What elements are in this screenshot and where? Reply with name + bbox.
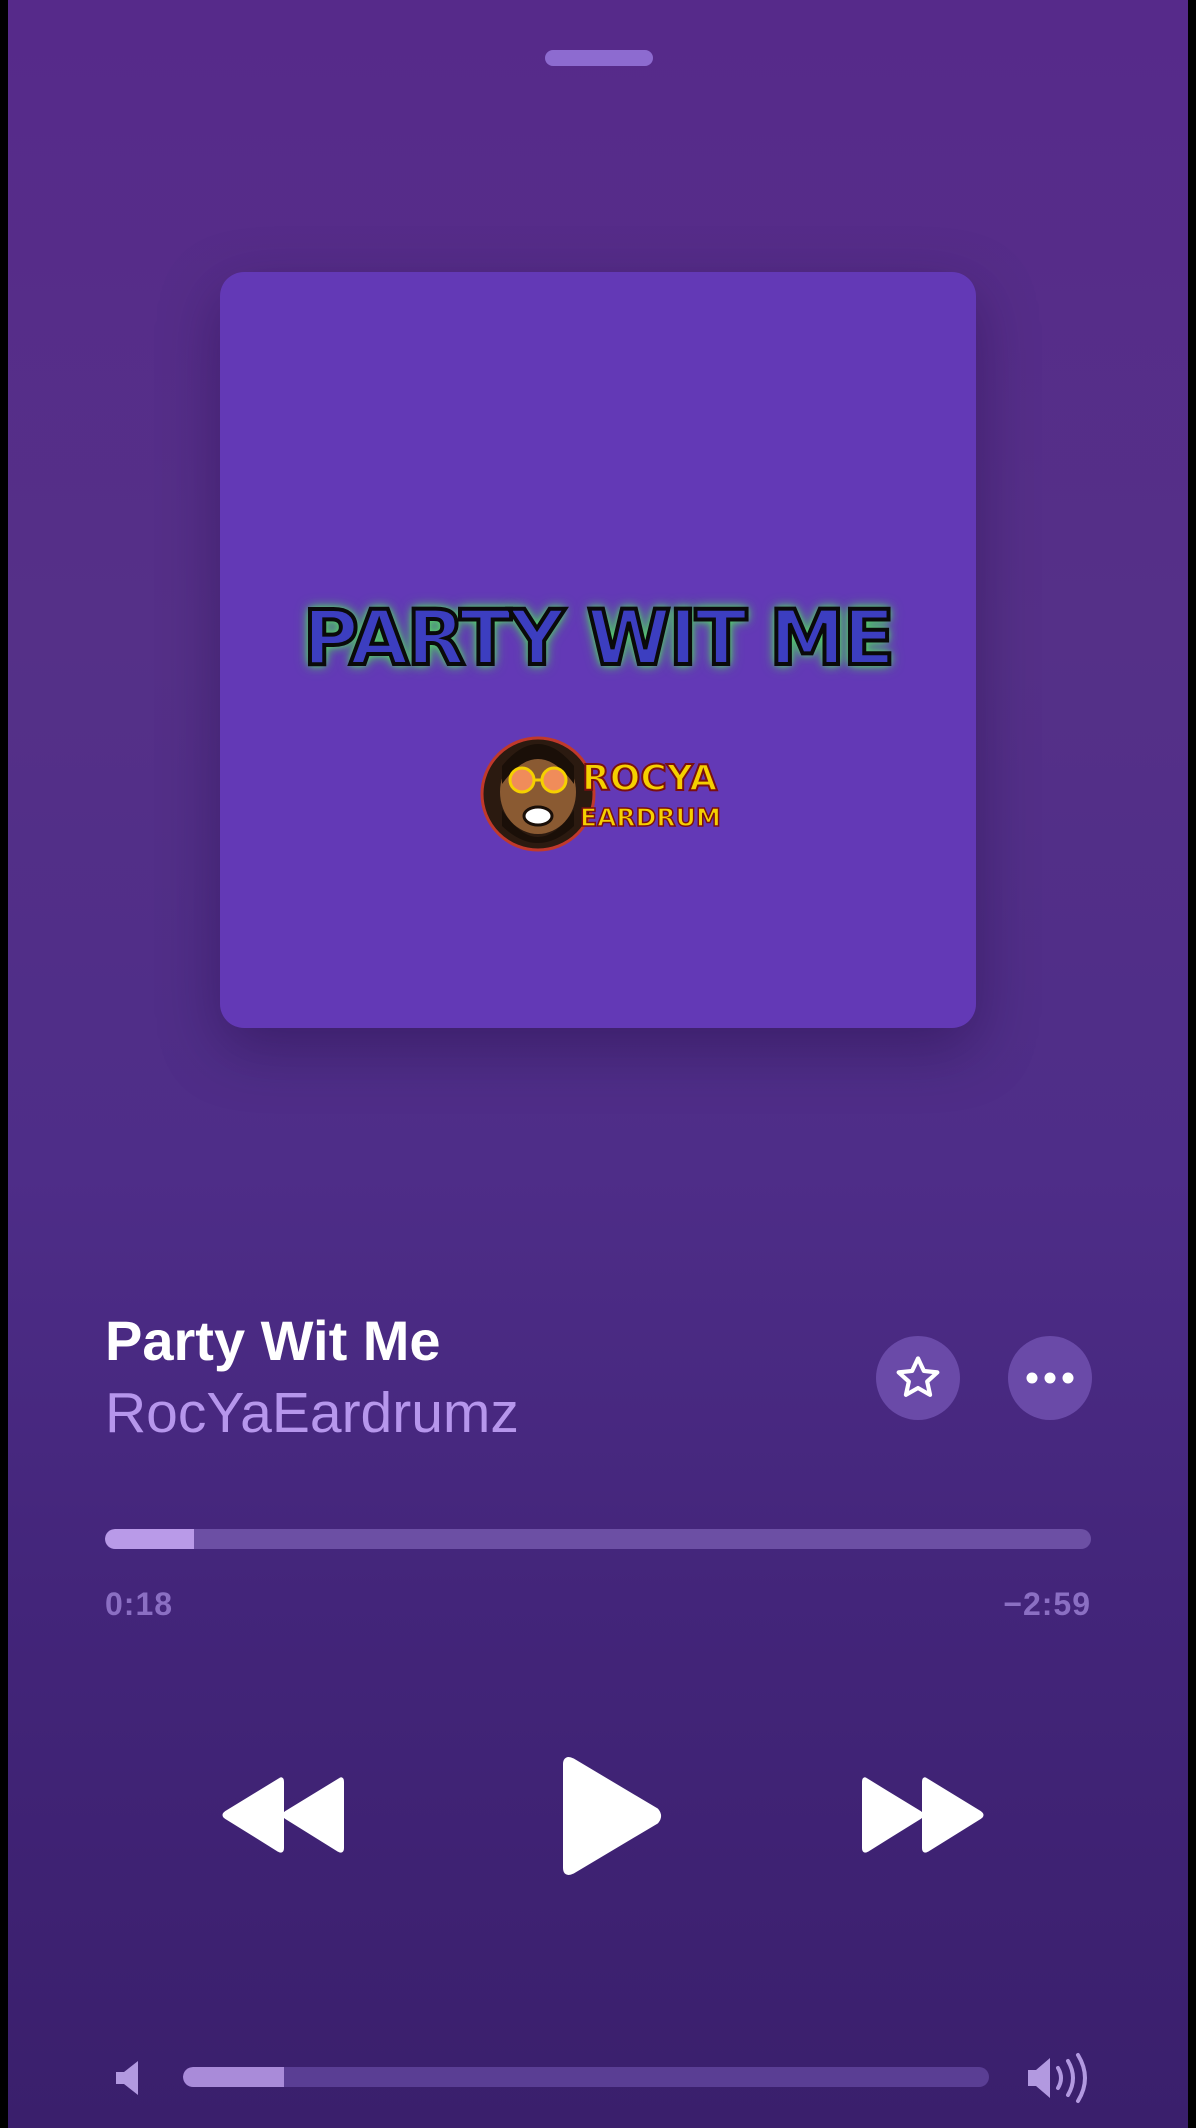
- fast-forward-button[interactable]: [858, 1770, 988, 1860]
- track-title: Party Wit Me: [105, 1309, 441, 1372]
- volume-fill: [183, 2067, 284, 2087]
- volume-high-icon: [1028, 2053, 1087, 2103]
- play-icon: [563, 1757, 661, 1875]
- now-playing-screen: PARTY WIT ME ROCYA EARDRUMZ Party Wit Me…: [8, 0, 1188, 2128]
- play-button[interactable]: [554, 1756, 664, 1876]
- artwork-logo-line2: EARDRUMZ: [580, 803, 720, 832]
- playback-scrubber[interactable]: [105, 1529, 1091, 1549]
- rewind-icon: [222, 1777, 344, 1853]
- sheet-grabber[interactable]: [545, 50, 653, 66]
- scrubber-fill: [105, 1529, 194, 1549]
- fast-forward-icon: [862, 1777, 984, 1853]
- elapsed-time: 0:18: [105, 1586, 174, 1622]
- rewind-button[interactable]: [218, 1770, 348, 1860]
- star-icon: [896, 1356, 940, 1397]
- volume-slider[interactable]: [183, 2067, 989, 2087]
- album-artwork: PARTY WIT ME ROCYA EARDRUMZ: [220, 272, 976, 1028]
- ellipsis-icon: [1026, 1372, 1074, 1384]
- artwork-title-text: PARTY WIT ME: [301, 591, 897, 684]
- artist-logo: ROCYA EARDRUMZ: [480, 736, 720, 852]
- volume-low-icon: [116, 2061, 138, 2095]
- favorite-button[interactable]: [876, 1336, 960, 1420]
- remaining-time: −2:59: [1003, 1586, 1091, 1622]
- more-options-button[interactable]: [1008, 1336, 1092, 1420]
- artist-name[interactable]: RocYaEardrumz: [105, 1380, 519, 1446]
- artwork-logo-line1: ROCYA: [582, 758, 717, 799]
